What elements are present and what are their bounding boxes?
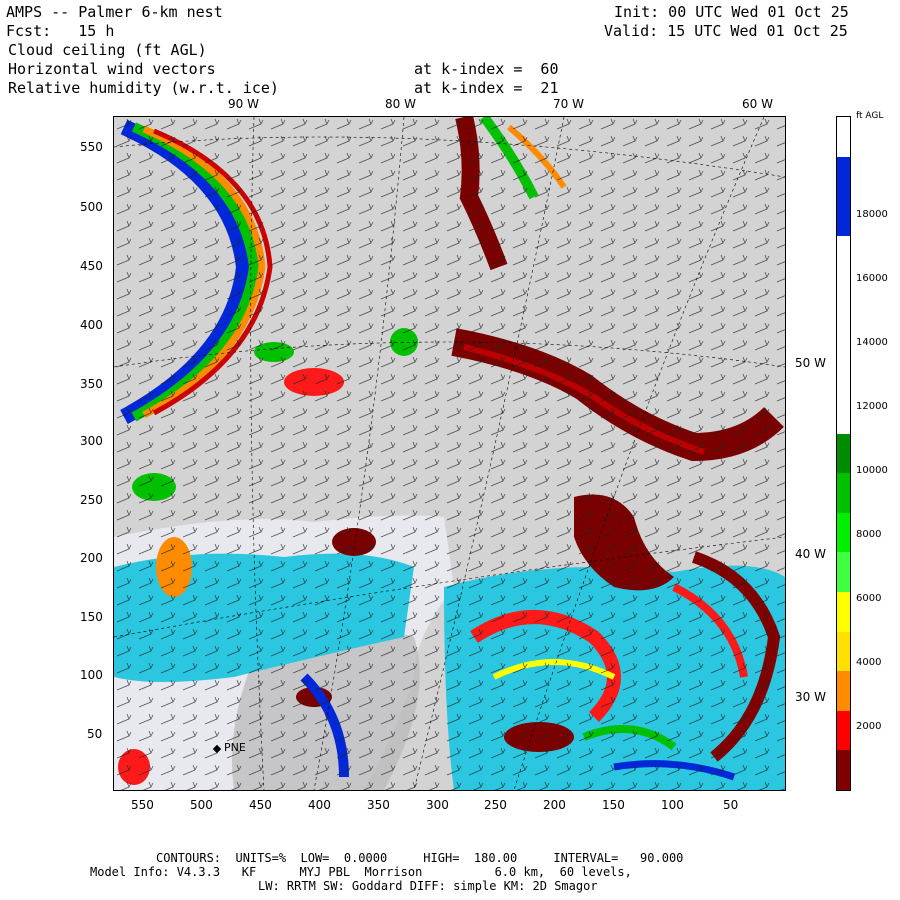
colorbar-segment (837, 671, 850, 712)
lon-label-top: 90 W (228, 97, 259, 111)
colorbar-segment (837, 592, 850, 633)
y-tick-label: 200 (80, 551, 103, 565)
y-tick-label: 300 (80, 434, 103, 448)
x-tick-label: 550 (131, 798, 154, 812)
lon-label-top: 70 W (553, 97, 584, 111)
colorbar-label: 12000 (856, 401, 888, 412)
colorbar-segment (837, 196, 850, 237)
colorbar-segment (837, 235, 850, 276)
colorbar-segment (837, 710, 850, 751)
y-tick-label: 50 (87, 727, 103, 741)
forecast-hour: Fcst: 15 h (6, 22, 115, 40)
colorbar-label: 8000 (856, 529, 882, 540)
x-tick-label: 450 (249, 798, 272, 812)
field-relative-humidity: Relative humidity (w.r.t. ice) (8, 79, 279, 97)
station-label: PNE (224, 741, 246, 754)
y-tick-label: 400 (80, 318, 103, 332)
colorbar-label: 4000 (856, 657, 882, 668)
colorbar-segment (837, 394, 850, 435)
footer-model-info: Model Info: V4.3.3 KF MYJ PBL Morrison 6… (90, 865, 632, 879)
wind-vector-field (114, 117, 785, 790)
valid-time: Valid: 15 UTC Wed 01 Oct 25 (604, 22, 848, 40)
y-tick-label: 150 (80, 610, 103, 624)
lon-label-top: 80 W (385, 97, 416, 111)
colorbar-segment (837, 750, 850, 791)
y-tick-label: 100 (80, 668, 103, 682)
lon-label-right: 30 W (795, 690, 826, 704)
y-tick-label: 500 (80, 200, 103, 214)
x-tick-label: 300 (426, 798, 449, 812)
colorbar-label: 6000 (856, 593, 882, 604)
footer-physics: LW: RRTM SW: Goddard DIFF: simple KM: 2D… (258, 879, 598, 893)
colorbar-segment (837, 354, 850, 395)
field-wind-vectors: Horizontal wind vectors (8, 60, 216, 78)
x-tick-label: 100 (661, 798, 684, 812)
lon-label-right: 40 W (795, 547, 826, 561)
rh-level: at k-index = 21 (414, 79, 559, 97)
colorbar-segment (837, 631, 850, 672)
colorbar-segment (837, 275, 850, 316)
y-tick-label: 350 (80, 377, 103, 391)
wind-level: at k-index = 60 (414, 60, 559, 78)
colorbar-segment (837, 552, 850, 593)
x-tick-label: 50 (723, 798, 739, 812)
x-tick-label: 250 (484, 798, 507, 812)
colorbar-label: 14000 (856, 337, 888, 348)
colorbar-label: 10000 (856, 465, 888, 476)
y-tick-label: 250 (80, 493, 103, 507)
colorbar-unit: ft AGL (856, 111, 884, 121)
x-tick-label: 500 (190, 798, 213, 812)
footer-contours: CONTOURS: UNITS=% LOW= 0.0000 HIGH= 180.… (156, 851, 684, 865)
field-cloud-ceiling: Cloud ceiling (ft AGL) (8, 41, 207, 59)
x-tick-label: 400 (308, 798, 331, 812)
colorbar-segment (837, 512, 850, 553)
y-tick-label: 450 (80, 259, 103, 273)
colorbar-label: 2000 (856, 721, 882, 732)
map-canvas (113, 114, 786, 791)
colorbar-segment (837, 433, 850, 474)
colorbar-label: 16000 (856, 273, 888, 284)
lon-label-right: 50 W (795, 356, 826, 370)
colorbar-label: 18000 (856, 209, 888, 220)
colorbar-segment (837, 156, 850, 197)
x-tick-label: 150 (602, 798, 625, 812)
map-title: AMPS -- Palmer 6-km nest (6, 3, 223, 21)
colorbar-segment (837, 473, 850, 514)
colorbar (836, 116, 851, 791)
y-tick-label: 550 (80, 140, 103, 154)
colorbar-segment (837, 117, 850, 158)
forecast-map[interactable]: PNE (113, 114, 786, 791)
x-tick-label: 200 (543, 798, 566, 812)
init-time: Init: 00 UTC Wed 01 Oct 25 (614, 3, 849, 21)
colorbar-segment (837, 314, 850, 356)
x-tick-label: 350 (367, 798, 390, 812)
lon-label-top: 60 W (742, 97, 773, 111)
